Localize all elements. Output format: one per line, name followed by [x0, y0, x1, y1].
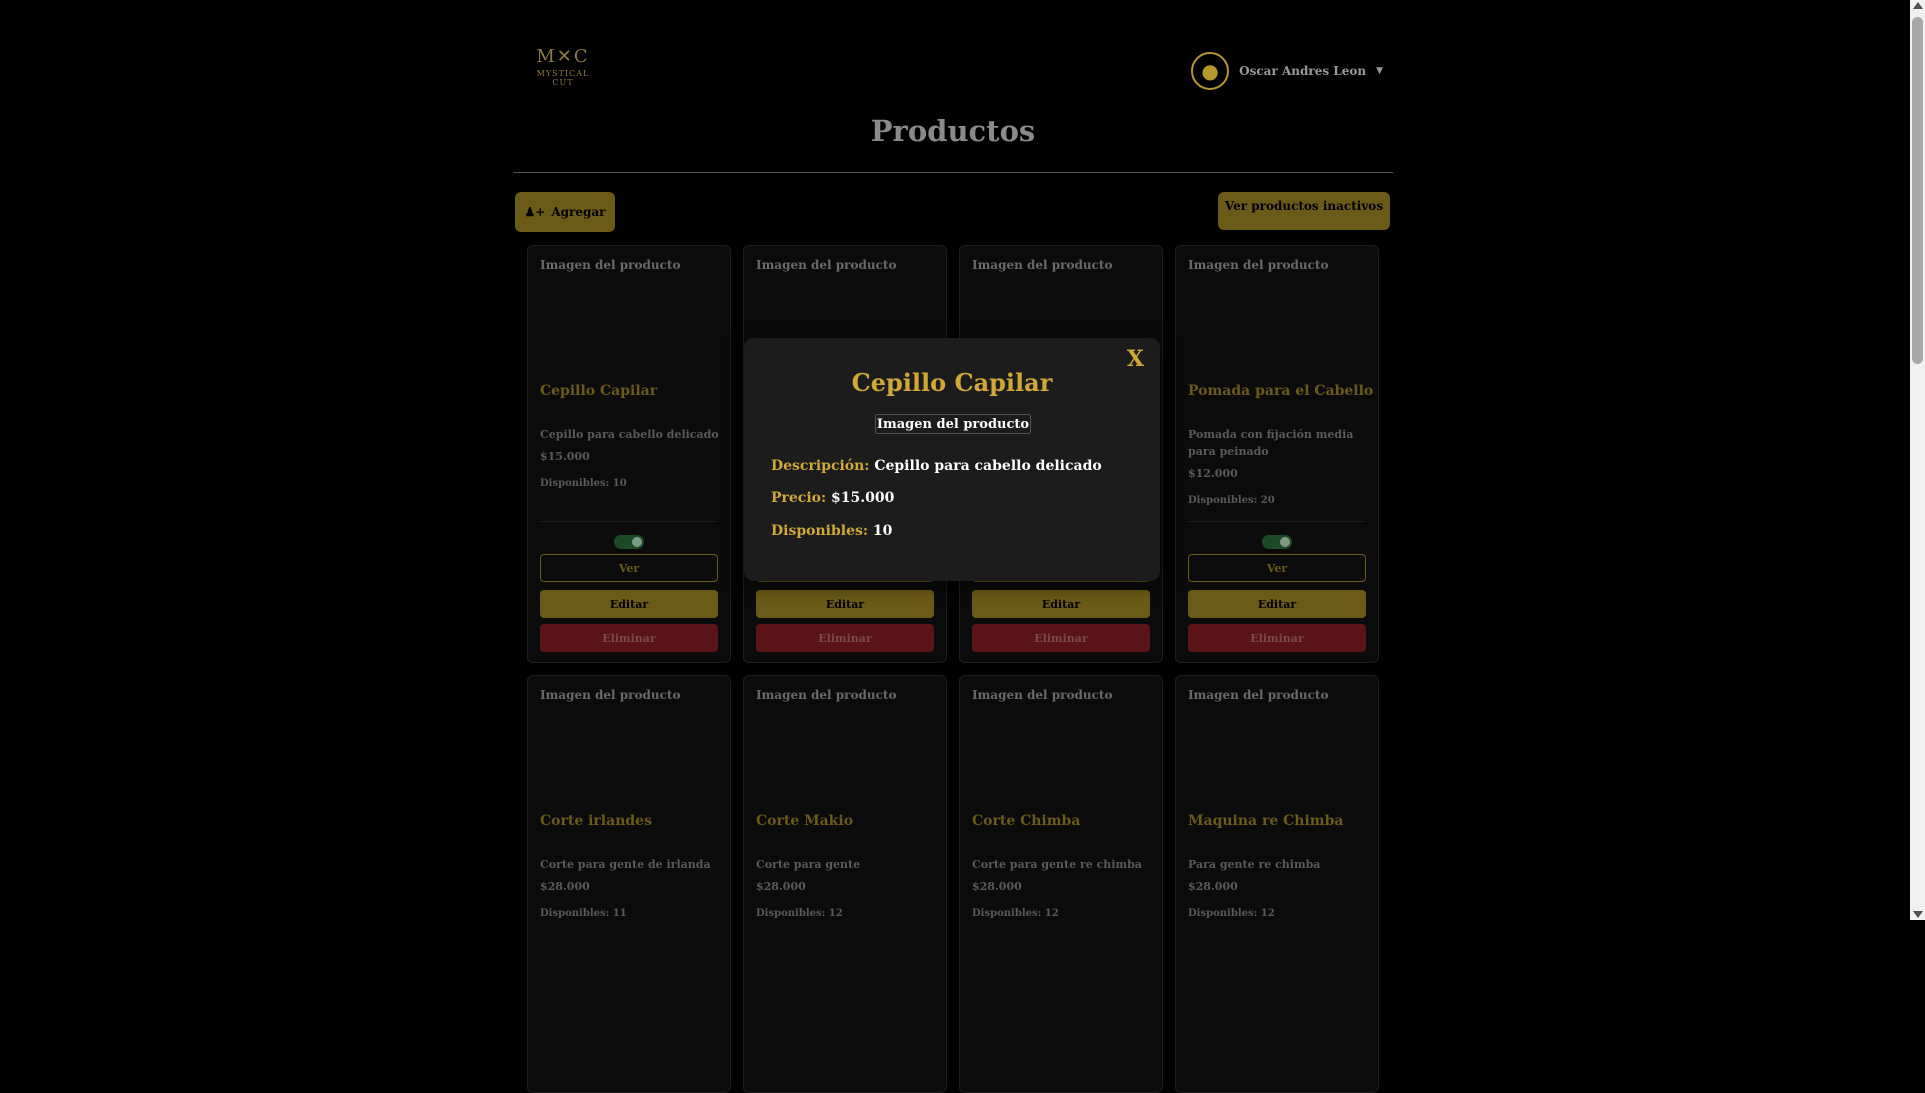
product-card: Imagen del producto Corte Makio Corte pa…: [743, 675, 947, 1093]
product-stock: Disponibles: 12: [972, 908, 1059, 919]
delete-button[interactable]: Eliminar: [756, 624, 934, 652]
modal-description-row: Descripción: Cepillo para cabello delica…: [771, 458, 1102, 474]
view-button[interactable]: Ver: [540, 554, 718, 582]
product-stock: Disponibles: 11: [540, 908, 627, 919]
product-stock: Disponibles: 10: [540, 478, 627, 489]
product-image: Imagen del producto: [972, 688, 1113, 702]
add-product-button[interactable]: ♟+ Agregar: [515, 192, 615, 232]
title-divider: [513, 172, 1393, 173]
product-price: $28.000: [756, 880, 806, 893]
modal-price-row: Precio: $15.000: [771, 490, 894, 506]
product-card: Imagen del producto Corte irlandes Corte…: [527, 675, 731, 1093]
product-image: Imagen del producto: [756, 688, 897, 702]
delete-button[interactable]: Eliminar: [540, 624, 718, 652]
view-inactive-products-button[interactable]: Ver productos inactivos: [1218, 192, 1390, 230]
product-price: $12.000: [1188, 467, 1238, 480]
product-details: Corte para gente $28.000 Disponibles: 12: [756, 856, 936, 922]
add-product-label: Agregar: [551, 205, 606, 219]
modal-description-label: Descripción:: [771, 458, 870, 474]
edit-button[interactable]: Editar: [540, 590, 718, 618]
add-user-icon: ♟+: [524, 205, 546, 219]
edit-button[interactable]: Editar: [756, 590, 934, 618]
product-image: Imagen del producto: [540, 688, 681, 702]
modal-price-label: Precio:: [771, 490, 827, 506]
modal-stock-label: Disponibles:: [771, 523, 869, 539]
product-stock: Disponibles: 12: [756, 908, 843, 919]
modal-stock-value: 10: [872, 523, 893, 539]
product-details: Pomada con fijación media para peinado $…: [1188, 426, 1368, 509]
product-details: Para gente re chimba $28.000 Disponibles…: [1188, 856, 1368, 922]
card-divider: [540, 521, 718, 522]
edit-button[interactable]: Editar: [1188, 590, 1366, 618]
caret-down-icon: ▼: [1376, 66, 1383, 76]
product-price: $28.000: [972, 880, 1022, 893]
modal-price-value: $15.000: [831, 490, 895, 506]
product-description: Pomada con fijación media para peinado: [1188, 428, 1354, 458]
product-name: Corte Makio: [756, 813, 854, 829]
product-image: Imagen del producto: [1188, 258, 1329, 272]
scrollbar-thumb[interactable]: [1912, 17, 1923, 364]
logo-text: MYSTICAL CUT: [536, 69, 590, 87]
edit-button[interactable]: Editar: [972, 590, 1150, 618]
brand-logo[interactable]: M✕C MYSTICAL CUT: [533, 45, 593, 97]
product-description: Corte para gente: [756, 858, 861, 871]
active-toggle[interactable]: [614, 535, 644, 549]
product-name: Corte Chimba: [972, 813, 1081, 829]
card-divider: [1188, 521, 1366, 522]
user-avatar-icon: ●: [1191, 52, 1230, 90]
product-description: Para gente re chimba: [1188, 858, 1321, 871]
product-stock: Disponibles: 20: [1188, 495, 1275, 506]
product-card: Imagen del producto Corte Chimba Corte p…: [959, 675, 1163, 1093]
page-scrollbar[interactable]: [1910, 0, 1925, 920]
product-price: $28.000: [1188, 880, 1238, 893]
product-image: Imagen del producto: [540, 258, 681, 272]
product-description: Cepillo para cabello delicado: [540, 428, 719, 441]
product-description: Corte para gente re chimba: [972, 858, 1142, 871]
product-name: Cepillo Capilar: [540, 383, 658, 399]
product-details: Cepillo para cabello delicado $15.000 Di…: [540, 426, 720, 492]
product-details: Corte para gente re chimba $28.000 Dispo…: [972, 856, 1152, 922]
product-description: Corte para gente de irlanda: [540, 858, 711, 871]
product-name: Maquina re Chimba: [1188, 813, 1344, 829]
logo-mark: M✕C: [536, 46, 590, 67]
product-card: Imagen del producto Maquina re Chimba Pa…: [1175, 675, 1379, 1093]
modal-title: Cepillo Capilar: [851, 368, 1053, 397]
delete-button[interactable]: Eliminar: [1188, 624, 1366, 652]
product-details: Corte para gente de irlanda $28.000 Disp…: [540, 856, 720, 922]
product-detail-modal: X Cepillo Capilar Imagen del producto De…: [744, 338, 1160, 581]
product-price: $15.000: [540, 450, 590, 463]
active-toggle[interactable]: [1262, 535, 1292, 549]
modal-product-image: Imagen del producto: [875, 414, 1031, 434]
product-card: Imagen del producto Pomada para el Cabel…: [1175, 245, 1379, 663]
page-title: Productos: [870, 114, 1036, 148]
modal-description-value: Cepillo para cabello delicado: [874, 458, 1102, 474]
scroll-up-arrow-icon[interactable]: [1913, 2, 1923, 9]
product-name: Corte irlandes: [540, 813, 652, 829]
delete-button[interactable]: Eliminar: [972, 624, 1150, 652]
modal-stock-row: Disponibles: 10: [771, 523, 892, 539]
product-price: $28.000: [540, 880, 590, 893]
product-card: Imagen del producto Cepillo Capilar Cepi…: [527, 245, 731, 663]
user-menu[interactable]: ● Oscar Andres Leon ▼: [1191, 52, 1383, 90]
view-button[interactable]: Ver: [1188, 554, 1366, 582]
user-name: Oscar Andres Leon: [1239, 64, 1367, 78]
scroll-down-arrow-icon[interactable]: [1913, 911, 1923, 918]
product-stock: Disponibles: 12: [1188, 908, 1275, 919]
product-name: Pomada para el Cabello: [1188, 383, 1374, 399]
product-image: Imagen del producto: [1188, 688, 1329, 702]
